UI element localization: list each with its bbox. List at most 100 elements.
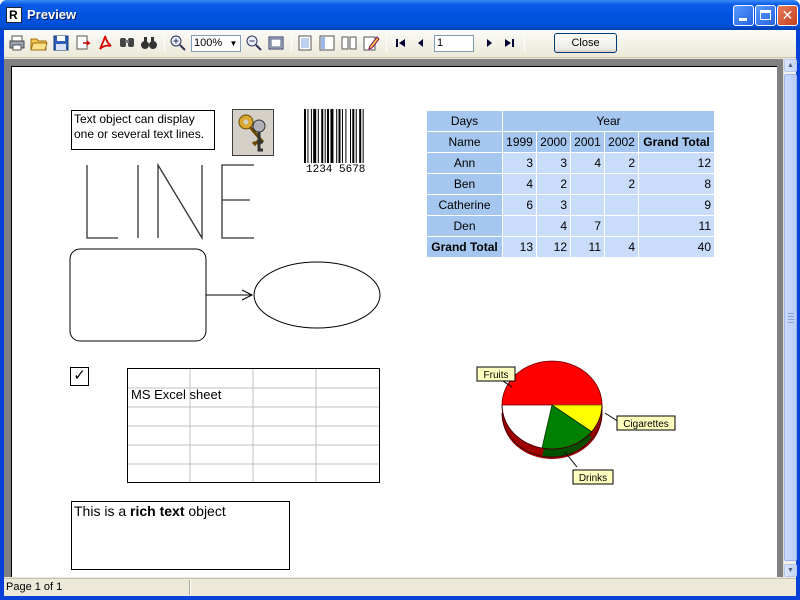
grip-line: [788, 316, 794, 317]
vertical-scrollbar[interactable]: ▲ ▼: [783, 59, 797, 577]
crosstab-grand-total-header: Grand Total: [638, 131, 715, 153]
maximize-button[interactable]: [755, 5, 776, 26]
crosstab-column-total: 13: [502, 236, 537, 258]
toolbar: 100% ▼ 1 Close: [4, 30, 796, 58]
title-bar[interactable]: R Preview ✕: [0, 0, 800, 30]
pie-label-drinks: Drinks: [572, 469, 614, 485]
status-bar: Page 1 of 1: [4, 578, 796, 596]
maximize-icon: [760, 10, 771, 20]
barcode-bar: [321, 109, 324, 163]
toolbar-separator: [164, 35, 165, 52]
pie-label-cigarettes: Cigarettes: [616, 415, 676, 431]
print-icon[interactable]: [8, 34, 26, 52]
scroll-thumb[interactable]: [784, 74, 797, 561]
crosstab-cell: 4: [570, 152, 605, 174]
cross-table: Days Year Name 1999 2000 2001 2002 Grand…: [426, 110, 715, 258]
client-area: 100% ▼ 1 Close Text object can display on…: [4, 30, 797, 596]
crosstab-row-total: 9: [638, 194, 715, 216]
first-page-icon[interactable]: [392, 34, 410, 52]
preview-area[interactable]: Text object can display one or several t…: [4, 59, 783, 577]
barcode-bar: [338, 109, 341, 163]
minimize-button[interactable]: [733, 5, 754, 26]
zoom-in-icon[interactable]: [169, 34, 187, 52]
crosstab-grand-total-label: Grand Total: [426, 236, 503, 258]
barcode-bar: [341, 109, 343, 163]
svg-text:Cigarettes: Cigarettes: [623, 419, 669, 430]
page-number-input[interactable]: 1: [434, 35, 474, 52]
binoculars-icon[interactable]: [140, 34, 158, 52]
crosstab-year: 2002: [604, 131, 639, 153]
svg-text:Drinks: Drinks: [579, 473, 607, 484]
crosstab-column-total: 4: [604, 236, 639, 258]
barcode-bar: [307, 109, 309, 163]
toolbar-separator: [291, 35, 292, 52]
barcode-text: 1234 5678: [306, 164, 366, 176]
excel-label: MS Excel sheet: [131, 387, 222, 402]
close-window-button[interactable]: ✕: [777, 5, 798, 26]
save-icon[interactable]: [52, 34, 70, 52]
crosstab-cell: [570, 173, 605, 195]
crosstab-cell: 2: [604, 173, 639, 195]
barcode-bar: [327, 109, 329, 163]
table-row: Ann 3 3 4 2 12: [426, 152, 715, 174]
crosstab-year: 1999: [502, 131, 537, 153]
close-button[interactable]: Close: [554, 33, 617, 53]
barcode-bar: [304, 109, 306, 163]
next-page-icon[interactable]: [480, 34, 498, 52]
crosstab-row-name: Den: [426, 215, 503, 237]
thumbnails-icon[interactable]: [340, 34, 358, 52]
toolbar-separator: [386, 35, 387, 52]
svg-text:Fruits: Fruits: [484, 370, 509, 381]
pdf-icon[interactable]: [96, 34, 114, 52]
barcode-bar: [359, 109, 362, 163]
grip-line: [788, 313, 794, 314]
crosstab-year: 2000: [536, 131, 571, 153]
barcode-bar: [313, 109, 317, 163]
barcode-bar: [317, 109, 319, 163]
crosstab-cell: [570, 194, 605, 216]
crosstab-row-total: 11: [638, 215, 715, 237]
full-page-icon[interactable]: [267, 34, 285, 52]
zoom-out-icon[interactable]: [245, 34, 263, 52]
crosstab-cell: [604, 194, 639, 216]
rich-text-prefix: This is a: [74, 503, 131, 519]
barcode-bar: [355, 109, 357, 163]
zoom-select[interactable]: 100% ▼: [191, 35, 241, 52]
line-text-drawing: [86, 162, 254, 241]
barcode-bar: [324, 109, 326, 163]
status-separator: [189, 580, 191, 595]
prev-page-icon[interactable]: [412, 34, 430, 52]
barcode-bar: [310, 109, 312, 163]
crosstab-cell: 2: [604, 152, 639, 174]
scroll-down-icon[interactable]: ▼: [784, 564, 797, 577]
last-page-icon[interactable]: [500, 34, 518, 52]
barcode-bar: [336, 109, 338, 163]
crosstab-corner: Days: [426, 110, 503, 132]
crosstab-cell: [604, 215, 639, 237]
find-icon[interactable]: [118, 34, 136, 52]
page-number-value: 1: [437, 37, 444, 49]
crosstab-cell: 6: [502, 194, 537, 216]
crosstab-cell: 3: [536, 152, 571, 174]
outline-icon[interactable]: [318, 34, 336, 52]
pie-chart: Fruits Cigarettes Drinks: [476, 360, 676, 485]
rich-text-suffix: object: [184, 503, 226, 519]
rich-text-object: This is a rich text object: [71, 501, 290, 570]
edit-icon[interactable]: [362, 34, 380, 52]
close-icon: ✕: [781, 7, 794, 23]
toolbar-separator: [524, 35, 525, 52]
app-icon: R: [6, 7, 22, 23]
export-icon[interactable]: [74, 34, 92, 52]
crosstab-cell: [502, 215, 537, 237]
crosstab-cell: 3: [536, 194, 571, 216]
table-row: Catherine 6 3 9: [426, 194, 715, 216]
crosstab-row-name: Catherine: [426, 194, 503, 216]
page-setup-icon[interactable]: [296, 34, 314, 52]
crosstab-row-total: 8: [638, 173, 715, 195]
crosstab-column-total: 12: [536, 236, 571, 258]
scroll-up-icon[interactable]: ▲: [784, 59, 797, 72]
open-icon[interactable]: [30, 34, 48, 52]
table-row: Den 4 7 11: [426, 215, 715, 237]
excel-grid: [128, 369, 379, 482]
zoom-value: 100%: [194, 37, 223, 49]
